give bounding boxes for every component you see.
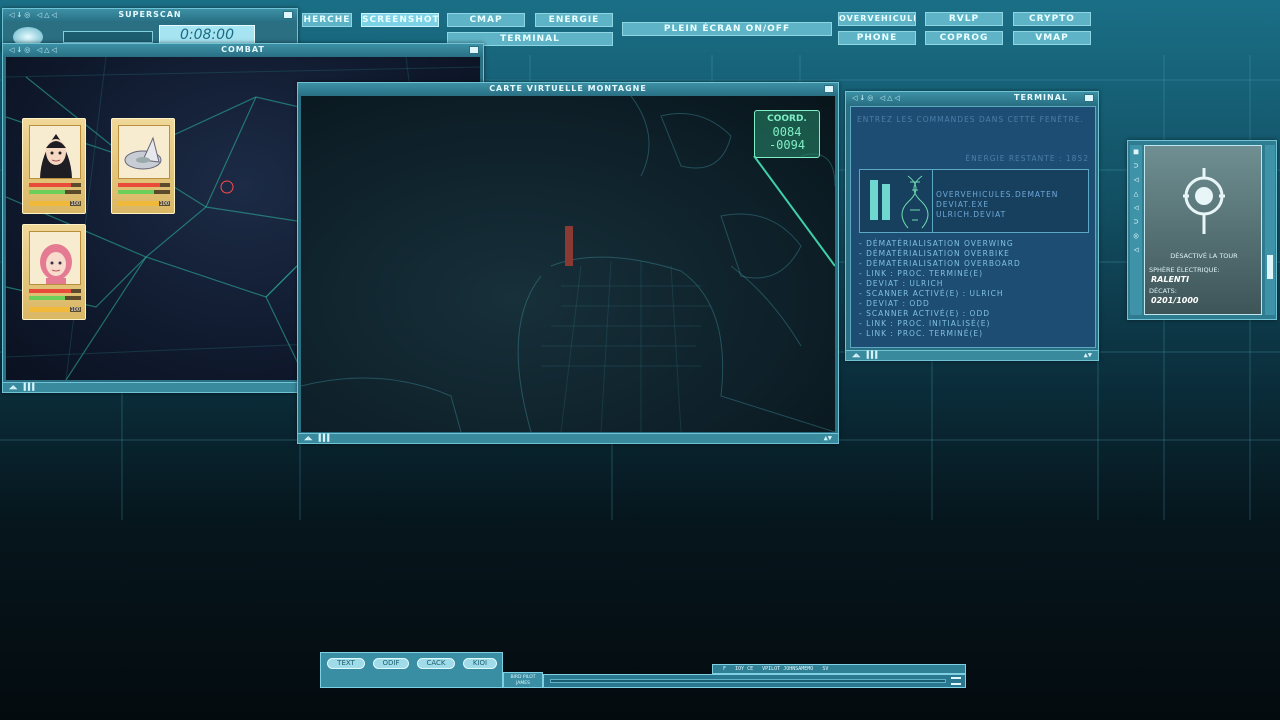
top-button-cmap[interactable]: CMAP	[447, 13, 525, 27]
bottom-button-cack[interactable]: CACK	[417, 658, 455, 669]
log-line: - DEVIAT : ODD	[859, 299, 930, 308]
map-window: CARTE VIRTUELLE MONTAGNE COORD. 0084 -00…	[297, 82, 839, 444]
log-line: - LINK : PROC. TERMINÉ(E)	[859, 329, 984, 338]
file-item[interactable]: ULRICH.DEVIAT	[936, 210, 1006, 219]
card-aelita-life	[29, 289, 81, 293]
decay-label: DÉCATS:	[1149, 287, 1177, 295]
file-item[interactable]: DEVIAT.EXE	[936, 200, 989, 209]
scan-progress	[63, 31, 153, 43]
menu-lines-icon[interactable]	[951, 677, 961, 685]
file-panel: OVERVEHICULES.DEMATEN DEVIAT.EXE ULRICH.…	[859, 169, 1089, 233]
close-icon[interactable]	[469, 46, 479, 54]
combat-title: COMBAT	[221, 45, 265, 54]
aelita-portrait	[29, 231, 81, 285]
tower-icon	[1183, 168, 1225, 234]
superscan-title: SUPERSCAN	[118, 10, 182, 19]
virtual-map-view[interactable]: COORD. 0084 -0094	[301, 96, 835, 432]
terminal-energy: ÉNERGIE RESTANTE : 1852	[965, 154, 1089, 163]
card-ulrich-life	[118, 183, 170, 187]
bottom-side-label: BIRD PILOT JAMES	[503, 672, 543, 688]
decay-value: 0201/1000	[1151, 296, 1199, 305]
top-button-vmap[interactable]: VMAP	[1013, 31, 1091, 45]
yumi-portrait	[29, 125, 81, 179]
window-glyphs-icon: ◁↓◎ ◁△◁	[9, 11, 59, 19]
bottom-button-text[interactable]: TEXT	[327, 658, 365, 669]
top-button-energie[interactable]: ENERGIE	[535, 13, 613, 27]
top-button-screenshot[interactable]: SCREENSHOT	[361, 13, 439, 27]
log-line: - SCANNER ACTIVÉ(E) : ODD	[859, 309, 991, 318]
bottom-track	[550, 679, 946, 683]
close-icon[interactable]	[283, 11, 293, 19]
card-aelita-life-value: 100	[70, 307, 80, 313]
log-line: - SCANNER ACTIVÉ(E) : ULRICH	[859, 289, 1004, 298]
file-bars-icon	[866, 176, 896, 226]
card-aelita-stamina	[29, 296, 81, 300]
sphere-label: SPHÈRE ÉLECTRIQUE:	[1149, 266, 1220, 274]
terminal-footer: ◢◣ ▐▐▐ ▲▼	[846, 350, 1098, 360]
card-aelita[interactable]: 100	[22, 224, 86, 320]
top-button-overvehicules[interactable]: OVERVEHICULES	[838, 12, 916, 26]
file-item[interactable]: OVERVEHICULES.DEMATEN	[936, 190, 1058, 199]
card-yumi-life	[29, 183, 81, 187]
target-cursor-icon	[220, 180, 234, 194]
tower-caption: DÉSACTIVÉ LA TOUR	[1170, 252, 1238, 260]
card-ulrich[interactable]: 100	[111, 118, 175, 214]
terminal-console[interactable]: ENTREZ LES COMMANDES DANS CETTE FENÊTRE.…	[850, 106, 1096, 348]
top-button-fullscreen[interactable]: PLEIN ÉCRAN ON/OFF	[622, 22, 832, 36]
close-icon[interactable]	[824, 85, 834, 93]
top-button-crypto[interactable]: CRYPTO	[1013, 12, 1091, 26]
player-marker-icon	[565, 226, 573, 266]
card-yumi[interactable]: 100	[22, 118, 86, 214]
card-ulrich-life-value: 100	[159, 201, 169, 207]
bottom-control-panel: TEXT ODIF CACK KIOI	[320, 652, 503, 688]
bottom-button-kioi[interactable]: KIOI	[463, 658, 497, 669]
coord-y: -0094	[768, 138, 806, 152]
close-icon[interactable]	[1084, 94, 1094, 102]
log-line: - LINK : PROC. INITIALISÉ(E)	[859, 319, 991, 328]
scan-timer: 0:08:00	[159, 25, 255, 45]
log-line: - DEVIAT : ULRICH	[859, 279, 944, 288]
coord-panel: COORD. 0084 -0094	[754, 110, 820, 158]
bottom-status-line: F IOY CE VPILOT JOHNSAMEMO SV	[712, 664, 966, 674]
tower-display[interactable]: DÉSACTIVÉ LA TOUR SPHÈRE ÉLECTRIQUE: RAL…	[1144, 145, 1262, 315]
log-line: - DÉMATÉRIALISATION OVERBIKE	[859, 249, 1010, 258]
scroll-arrows-icon[interactable]: ▲▼	[824, 434, 832, 443]
bottom-button-odif[interactable]: ODIF	[373, 658, 409, 669]
window-glyphs-icon: ◁↓◎ ◁△◁	[9, 46, 59, 54]
log-line: - DÉMATÉRIALISATION OVERWING	[859, 239, 1014, 248]
bottom-input-bar[interactable]	[543, 674, 966, 688]
card-yumi-stamina	[29, 190, 81, 194]
map-title: CARTE VIRTUELLE MONTAGNE	[489, 84, 647, 93]
terminal-prompt: ENTREZ LES COMMANDES DANS CETTE FENÊTRE.	[857, 115, 1084, 124]
window-glyphs-icon: ◁↓◎ ◁△◁	[852, 94, 902, 102]
terminal-titlebar[interactable]: ◁↓◎ ◁△◁ TERMINAL	[846, 92, 1098, 104]
ulrich-vehicle-portrait	[118, 125, 170, 179]
top-button-phone[interactable]: PHONE	[838, 31, 916, 45]
combat-titlebar[interactable]: ◁↓◎ ◁△◁ COMBAT	[3, 44, 483, 56]
terminal-title: TERMINAL	[1013, 93, 1068, 102]
superscan-titlebar[interactable]: ◁↓◎ ◁△◁ SUPERSCAN	[3, 9, 297, 21]
terminal-window: ◁↓◎ ◁△◁ TERMINAL ENTREZ LES COMMANDES DA…	[845, 91, 1099, 361]
map-footer: ◢◣ ▐▐▐ ▲▼	[298, 433, 838, 443]
card-yumi-life-value: 100	[70, 201, 80, 207]
log-line: - DÉMATÉRIALISATION OVERBOARD	[859, 259, 1021, 268]
dna-icon	[901, 175, 929, 229]
scroll-arrows-icon[interactable]: ▲▼	[1084, 351, 1092, 360]
card-ulrich-stamina	[118, 190, 170, 194]
top-button-recherche[interactable]: HERCHE	[302, 13, 352, 27]
log-line: - LINK : PROC. TERMINÉ(E)	[859, 269, 984, 278]
tower-scrollbar[interactable]	[1265, 145, 1275, 315]
tower-window: ■ ⊃ ◁ △ ◁ ⊃ ◎ ◁ DÉSACTIVÉ LA TOUR SPHÈRE ÉLECTR…	[1127, 140, 1277, 320]
top-button-coprog[interactable]: COPROG	[925, 31, 1003, 45]
top-button-rvlp[interactable]: RVLP	[925, 12, 1003, 26]
sphere-value: RALENTI	[1151, 275, 1190, 284]
tower-side-glyphs-icon: ■ ⊃ ◁ △ ◁ ⊃ ◎ ◁	[1130, 145, 1142, 315]
map-titlebar[interactable]: CARTE VIRTUELLE MONTAGNE	[298, 83, 838, 95]
